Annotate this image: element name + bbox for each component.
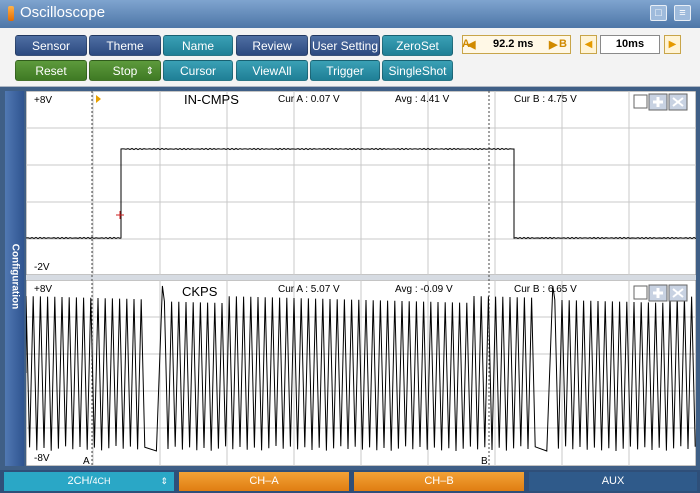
panel-divider — [26, 275, 696, 280]
title-bar: Oscilloscope □ ≡ — [0, 0, 700, 28]
channel-count-main: 2CH — [67, 475, 90, 487]
tab-aux[interactable]: AUX — [529, 472, 697, 491]
bottom-bar: 2CH/4CH ⇕ CH–A CH–B AUX — [0, 470, 700, 493]
window-title: Oscilloscope — [20, 4, 106, 21]
user-setting-button[interactable]: User Setting — [310, 35, 380, 56]
time-div-field[interactable]: 10ms — [600, 35, 660, 54]
updown-icon: ⇕ — [160, 476, 168, 486]
stop-button[interactable]: Stop ⇕ — [89, 60, 161, 81]
cursor-button[interactable]: Cursor — [163, 60, 233, 81]
ch2-ymin: -8V — [34, 453, 50, 464]
singleshot-button[interactable]: SingleShot — [382, 60, 453, 81]
plot-area[interactable]: +8V -2V IN-CMPS Cur A : 0.07 V Avg : 4.4… — [26, 91, 696, 466]
tab-ch-b[interactable]: CH–B — [354, 472, 524, 491]
cursor-b-marker[interactable]: B — [481, 456, 488, 466]
configuration-label: Configuration — [9, 243, 21, 310]
viewall-button[interactable]: ViewAll — [236, 60, 308, 81]
stop-label: Stop — [112, 64, 138, 78]
configuration-tab[interactable]: Configuration — [5, 91, 24, 466]
ch1-avg: Avg : 4.41 V — [395, 94, 450, 105]
channel-count-alt: 4CH — [92, 476, 111, 486]
tab-ch-a[interactable]: CH–A — [179, 472, 349, 491]
review-button[interactable]: Review — [236, 35, 308, 56]
ch2-avg: Avg : -0.09 V — [395, 284, 453, 295]
reset-button[interactable]: Reset — [15, 60, 87, 81]
ch1-checkbox[interactable] — [633, 94, 648, 109]
scope-canvas[interactable]: +8V -2V IN-CMPS Cur A : 0.07 V Avg : 4.4… — [26, 91, 696, 466]
ch2-cur-a: Cur A : 5.07 V — [278, 284, 340, 295]
theme-button[interactable]: Theme — [89, 35, 161, 56]
cursor-a-marker[interactable]: A — [83, 456, 90, 466]
cursor-delta-readout: ◀ A 92.2 ms ▶ B — [462, 35, 571, 54]
zeroset-button[interactable]: ZeroSet — [382, 35, 453, 56]
sensor-button[interactable]: Sensor — [15, 35, 87, 56]
ch2-checkbox[interactable] — [633, 285, 648, 300]
ch1-ymin: -2V — [34, 262, 50, 273]
ch1-cur-b: Cur B : 4.75 V — [514, 94, 577, 105]
ch1-ymax: +8V — [34, 95, 52, 106]
ch2-ymax: +8V — [34, 284, 52, 295]
cursor-a-label: A — [462, 38, 470, 50]
time-decrease-icon[interactable]: ◀ — [580, 35, 597, 54]
toolbar: Sensor Theme Name Review User Setting Ze… — [0, 28, 700, 87]
ch1-cur-a: Cur A : 0.07 V — [278, 94, 340, 105]
ch1-name: IN-CMPS — [184, 92, 239, 107]
cursor-b-label: B — [559, 38, 567, 50]
channel-count-selector[interactable]: 2CH/4CH ⇕ — [4, 472, 174, 491]
time-increase-icon[interactable]: ▶ — [664, 35, 681, 54]
updown-icon: ⇕ — [145, 66, 154, 77]
ch2-name: CKPS — [182, 284, 218, 299]
name-button[interactable]: Name — [163, 35, 233, 56]
menu-icon[interactable]: ≡ — [674, 5, 691, 21]
ch2-cur-b: Cur B : 6.65 V — [514, 284, 577, 295]
cursor-b-icon: ▶ — [549, 39, 558, 51]
cursor-delta-value: 92.2 ms — [493, 38, 534, 50]
restore-icon[interactable]: □ — [650, 5, 667, 21]
trigger-button[interactable]: Trigger — [310, 60, 380, 81]
app-icon — [8, 6, 14, 21]
